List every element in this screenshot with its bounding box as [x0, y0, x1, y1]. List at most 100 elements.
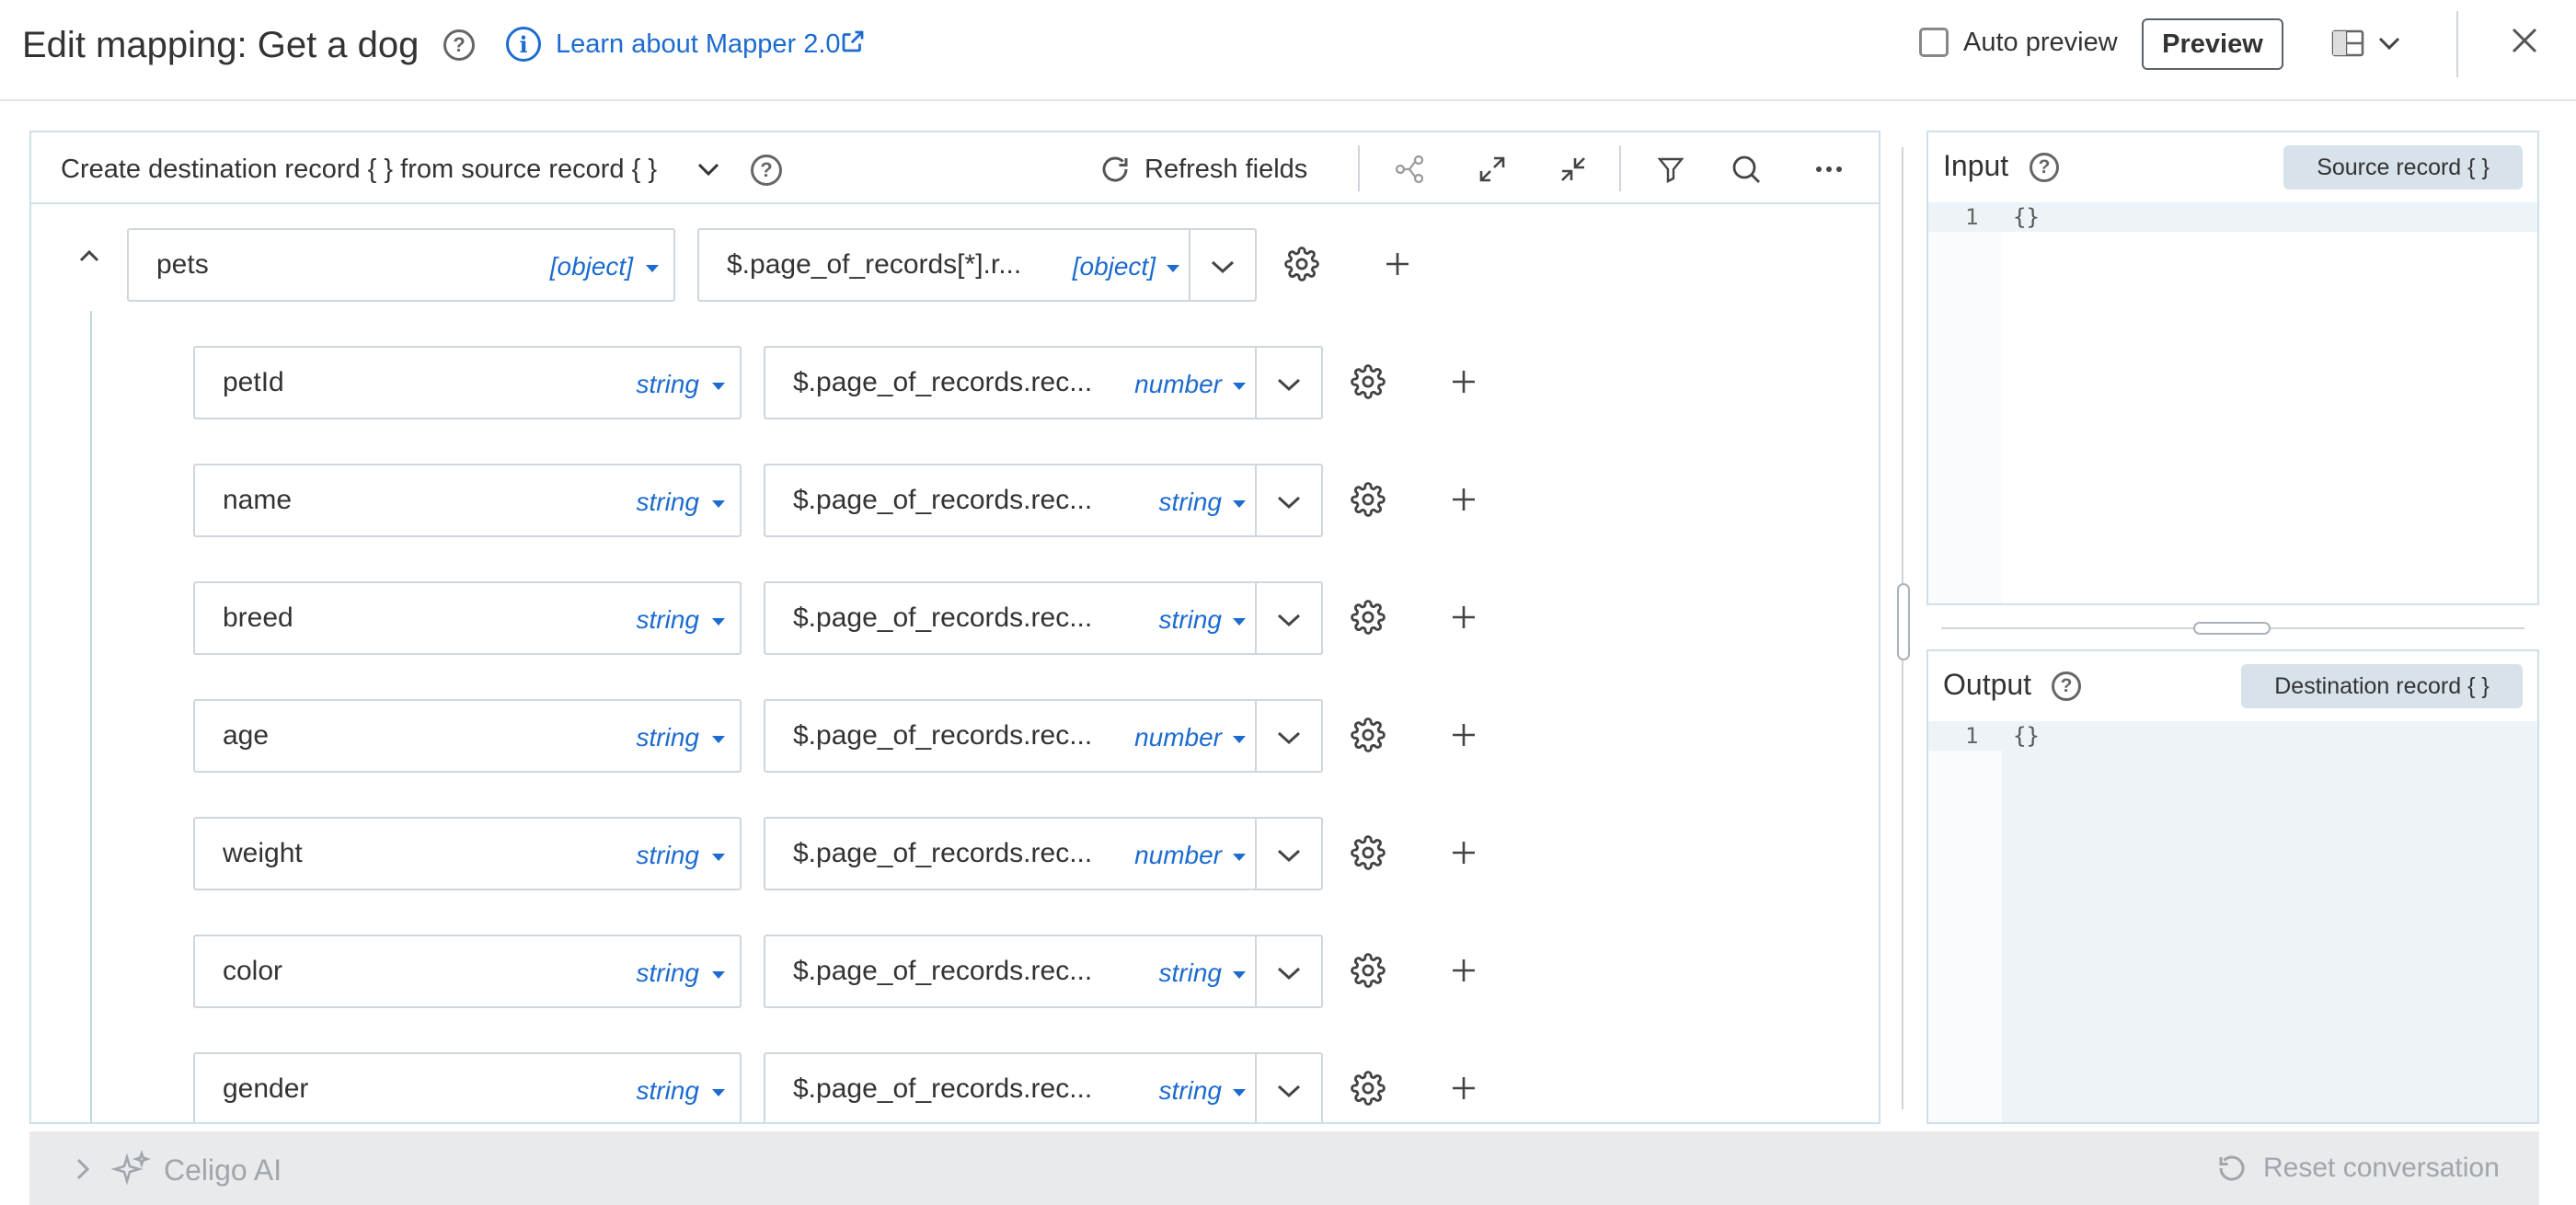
caret-down-icon[interactable] [1233, 383, 1246, 390]
refresh-fields-button[interactable]: Refresh fields [1144, 151, 1307, 188]
field-type[interactable]: string [637, 955, 699, 992]
add-icon[interactable] [1450, 721, 1478, 749]
chevron-down-icon[interactable] [696, 160, 721, 178]
expand-icon[interactable] [1474, 151, 1511, 188]
destination-field[interactable]: breed string [193, 581, 742, 655]
chevron-right-icon[interactable] [74, 1155, 92, 1183]
output-editor[interactable]: 1 {} [1928, 721, 2537, 1122]
refresh-icon[interactable] [1098, 153, 1132, 186]
gear-icon[interactable] [1351, 364, 1386, 399]
source-type[interactable]: string [1159, 602, 1222, 638]
destination-field[interactable]: color string [193, 935, 742, 1008]
gear-icon[interactable] [1284, 247, 1319, 281]
add-icon[interactable] [1450, 1074, 1478, 1102]
destination-field[interactable]: gender string [193, 1052, 742, 1122]
collapse-row-icon[interactable] [77, 247, 101, 264]
source-record-badge[interactable]: Source record { } [2283, 145, 2523, 189]
source-field[interactable]: $.page_of_records.rec... number [764, 817, 1323, 890]
destination-record-badge[interactable]: Destination record { } [2241, 664, 2523, 708]
caret-down-icon[interactable] [1233, 500, 1246, 508]
caret-down-icon[interactable] [712, 618, 725, 625]
layout-icon[interactable] [2331, 29, 2364, 57]
field-type[interactable]: [object] [550, 248, 633, 285]
source-field[interactable]: $.page_of_records.rec... string [764, 935, 1323, 1008]
gear-icon[interactable] [1351, 717, 1386, 752]
add-icon[interactable] [1450, 957, 1478, 984]
caret-down-icon[interactable] [712, 736, 725, 743]
source-field[interactable]: $.page_of_records.rec... string [764, 464, 1323, 537]
chevron-down-icon[interactable] [1275, 611, 1303, 629]
source-type[interactable]: [object] [1073, 248, 1156, 285]
splitter-handle[interactable] [1897, 583, 1910, 660]
help-icon[interactable]: ? [751, 155, 782, 186]
gear-icon[interactable] [1351, 482, 1386, 517]
gear-icon[interactable] [1351, 835, 1386, 870]
caret-down-icon[interactable] [1233, 854, 1246, 861]
reset-conversation-button[interactable]: Reset conversation [2263, 1148, 2500, 1188]
source-type[interactable]: number [1134, 837, 1222, 874]
relationship-icon[interactable] [1391, 151, 1428, 188]
help-icon[interactable]: ? [2030, 153, 2059, 182]
code-text[interactable]: {} [2013, 721, 2040, 751]
caret-down-icon[interactable] [712, 1089, 725, 1096]
gear-icon[interactable] [1351, 953, 1386, 988]
chevron-down-icon[interactable] [1275, 964, 1303, 982]
field-type[interactable]: string [637, 484, 699, 521]
source-field[interactable]: $.page_of_records.rec... string [764, 1052, 1323, 1122]
help-icon[interactable]: ? [2052, 671, 2081, 701]
caret-down-icon[interactable] [712, 854, 725, 861]
add-icon[interactable] [1384, 250, 1411, 278]
reset-icon[interactable] [2215, 1152, 2248, 1185]
add-icon[interactable] [1450, 603, 1478, 631]
chevron-down-icon[interactable] [1275, 729, 1303, 747]
source-field[interactable]: $.page_of_records.rec... number [764, 699, 1323, 773]
source-type[interactable]: number [1134, 366, 1222, 403]
destination-field[interactable]: weight string [193, 817, 742, 890]
caret-down-icon[interactable] [1233, 618, 1246, 625]
caret-down-icon[interactable] [1233, 1089, 1246, 1096]
source-type[interactable]: string [1159, 1073, 1222, 1109]
auto-preview-checkbox[interactable] [1919, 28, 1949, 57]
help-icon[interactable]: ? [443, 29, 475, 61]
filter-icon[interactable] [1652, 151, 1689, 188]
collapse-icon[interactable] [1555, 151, 1592, 188]
caret-down-icon[interactable] [712, 500, 725, 508]
chevron-down-icon[interactable] [1275, 1082, 1303, 1100]
caret-down-icon[interactable] [646, 265, 659, 272]
destination-field[interactable]: pets [object] [127, 228, 675, 302]
source-type[interactable]: string [1159, 955, 1222, 992]
gear-icon[interactable] [1351, 1071, 1386, 1106]
field-type[interactable]: string [637, 1073, 699, 1109]
add-icon[interactable] [1450, 839, 1478, 866]
source-type[interactable]: string [1159, 484, 1222, 521]
learn-mapper-link[interactable]: Learn about Mapper 2.0 [556, 26, 841, 63]
source-field[interactable]: $.page_of_records.rec... number [764, 346, 1323, 419]
caret-down-icon[interactable] [1233, 971, 1246, 979]
chevron-down-icon[interactable] [1209, 258, 1236, 276]
external-link-icon[interactable] [839, 28, 867, 55]
chevron-down-icon[interactable] [1275, 846, 1303, 865]
chevron-down-icon[interactable] [2375, 33, 2403, 53]
search-icon[interactable] [1728, 151, 1765, 188]
add-icon[interactable] [1450, 486, 1478, 513]
caret-down-icon[interactable] [1233, 736, 1246, 743]
chevron-down-icon[interactable] [1275, 493, 1303, 511]
code-text[interactable]: {} [2013, 202, 2040, 232]
caret-down-icon[interactable] [1167, 265, 1179, 272]
more-icon[interactable] [1811, 151, 1847, 188]
source-type[interactable]: number [1134, 719, 1222, 756]
caret-down-icon[interactable] [712, 383, 725, 390]
create-record-label[interactable]: Create destination record { } from sourc… [61, 151, 657, 188]
close-icon[interactable] [2508, 24, 2541, 57]
field-type[interactable]: string [637, 602, 699, 638]
chevron-down-icon[interactable] [1275, 375, 1303, 394]
splitter-handle[interactable] [2193, 622, 2271, 635]
caret-down-icon[interactable] [712, 971, 725, 979]
destination-field[interactable]: age string [193, 699, 742, 773]
destination-field[interactable]: name string [193, 464, 742, 537]
source-field[interactable]: $.page_of_records.rec... string [764, 581, 1323, 655]
source-field[interactable]: $.page_of_records[*].r... [object] [697, 228, 1257, 302]
destination-field[interactable]: petId string [193, 346, 742, 419]
gear-icon[interactable] [1351, 600, 1386, 635]
preview-button[interactable]: Preview [2142, 18, 2283, 70]
